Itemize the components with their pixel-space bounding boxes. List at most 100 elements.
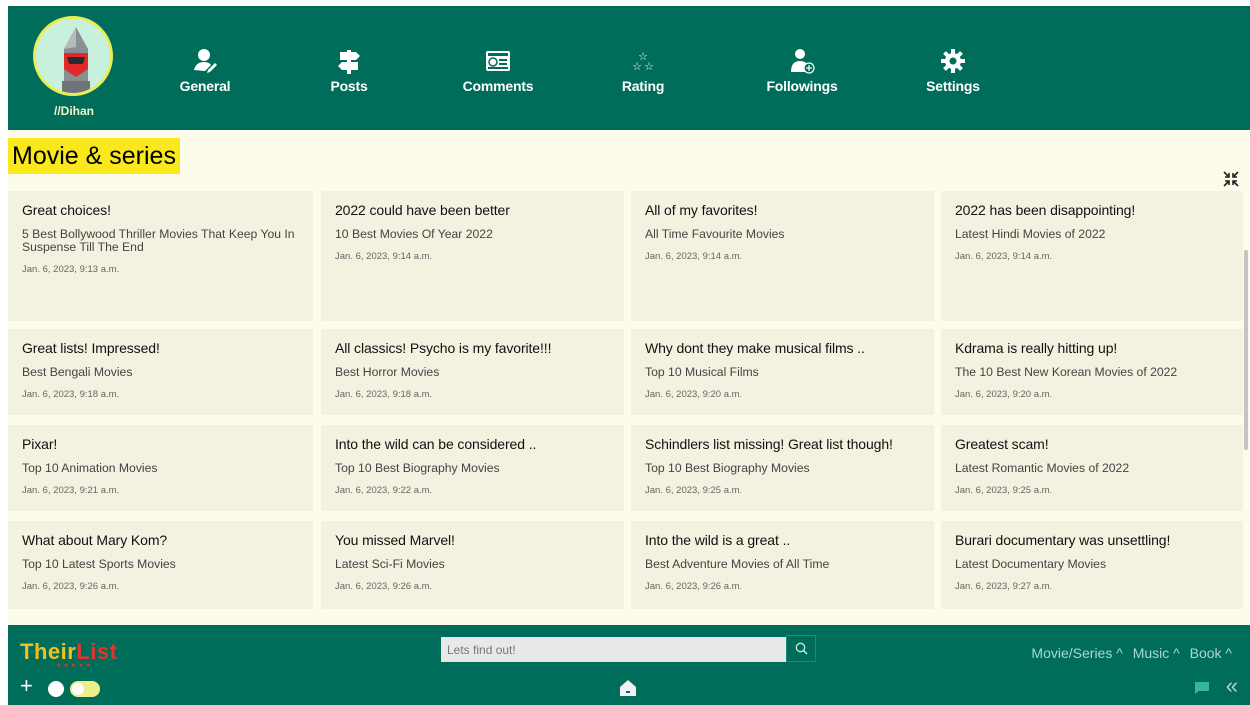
card-title: You missed Marvel! <box>335 532 455 548</box>
app-frame: //Dihan General Posts Comments ☆ ☆ ☆ Rat… <box>0 0 1250 705</box>
nav-rating[interactable]: ☆ ☆ ☆ Rating <box>613 48 673 96</box>
card-title: Into the wild can be considered .. <box>335 436 537 452</box>
collapse-icon[interactable] <box>1222 170 1240 188</box>
card-list-name[interactable]: Best Bengali Movies <box>22 366 299 379</box>
search-icon <box>795 642 808 655</box>
comment-card-icon <box>486 51 510 71</box>
card-title: Schindlers list missing! Great list thou… <box>645 436 893 452</box>
card-title: Into the wild is a great .. <box>645 532 791 548</box>
nav-settings[interactable]: Settings <box>918 48 988 96</box>
nav-general-label: General <box>179 78 231 94</box>
chevron-left-icon[interactable]: « <box>1226 675 1238 697</box>
svg-text:☆: ☆ <box>644 60 654 73</box>
card-list-name[interactable]: Top 10 Musical Films <box>645 366 920 379</box>
comment-card[interactable]: Pixar! Top 10 Animation Movies Jan. 6, 2… <box>8 425 313 511</box>
comment-card[interactable]: Kdrama is really hitting up! The 10 Best… <box>941 329 1243 415</box>
top-navbar: //Dihan General Posts Comments ☆ ☆ ☆ Rat… <box>8 6 1250 130</box>
user-pencil-icon <box>194 49 217 73</box>
comment-card[interactable]: Into the wild is a great .. Best Adventu… <box>631 521 934 609</box>
card-title: Kdrama is really hitting up! <box>955 340 1118 356</box>
bottom-bar: TheirList ★★★★★ Movie/Series ^ Music ^ B… <box>8 625 1250 705</box>
chat-icon[interactable] <box>1194 681 1210 695</box>
card-list-name[interactable]: Top 10 Animation Movies <box>22 462 299 475</box>
signpost-icon <box>338 50 360 74</box>
add-icon[interactable]: + <box>20 675 33 697</box>
nav-posts[interactable]: Posts <box>322 48 376 96</box>
section-title: Movie & series <box>8 138 180 174</box>
card-date: Jan. 6, 2023, 9:21 a.m. <box>22 484 120 496</box>
comment-card[interactable]: Schindlers list missing! Great list thou… <box>631 425 934 511</box>
card-title: Great lists! Impressed! <box>22 340 160 356</box>
nav-followings[interactable]: Followings <box>760 48 844 96</box>
card-date: Jan. 6, 2023, 9:20 a.m. <box>645 388 743 400</box>
card-list-name[interactable]: Top 10 Latest Sports Movies <box>22 558 299 571</box>
comment-card[interactable]: Into the wild can be considered .. Top 1… <box>321 425 624 511</box>
card-title: Why dont they make musical films .. <box>645 340 865 356</box>
card-date: Jan. 6, 2023, 9:26 a.m. <box>22 580 120 592</box>
nav-comments[interactable]: Comments <box>453 48 543 96</box>
toggle-knob <box>72 683 84 695</box>
card-list-name[interactable]: The 10 Best New Korean Movies of 2022 <box>955 366 1229 379</box>
card-date: Jan. 6, 2023, 9:14 a.m. <box>955 250 1053 262</box>
comment-card[interactable]: Why dont they make musical films .. Top … <box>631 329 934 415</box>
home-icon[interactable] <box>619 679 637 697</box>
nav-settings-label: Settings <box>926 78 980 94</box>
card-title: Great choices! <box>22 202 111 218</box>
card-title: Greatest scam! <box>955 436 1049 452</box>
comment-card[interactable]: Greatest scam! Latest Romantic Movies of… <box>941 425 1243 511</box>
search-input[interactable] <box>441 637 786 662</box>
stars-icon: ☆ ☆ ☆ <box>632 50 654 73</box>
card-list-name[interactable]: 5 Best Bollywood Thriller Movies That Ke… <box>22 228 299 254</box>
nav-general[interactable]: General <box>170 48 240 96</box>
category-music[interactable]: Music ^ <box>1133 645 1180 661</box>
card-title: 2022 could have been better <box>335 202 510 218</box>
comment-card[interactable]: 2022 could have been better 10 Best Movi… <box>321 191 624 321</box>
card-list-name[interactable]: 10 Best Movies Of Year 2022 <box>335 228 610 241</box>
category-book[interactable]: Book ^ <box>1190 645 1232 661</box>
user-plus-icon <box>791 49 815 74</box>
logo-part-b: List <box>76 639 118 664</box>
card-list-name[interactable]: Latest Documentary Movies <box>955 558 1229 571</box>
card-list-name[interactable]: Top 10 Best Biography Movies <box>335 462 610 475</box>
card-date: Jan. 6, 2023, 9:14 a.m. <box>645 250 743 262</box>
nav-posts-label: Posts <box>330 78 368 94</box>
comment-card[interactable]: All of my favorites! All Time Favourite … <box>631 191 934 321</box>
card-list-name[interactable]: Latest Sci-Fi Movies <box>335 558 610 571</box>
card-date: Jan. 6, 2023, 9:26 a.m. <box>645 580 743 592</box>
avatar[interactable] <box>33 16 113 96</box>
card-title: All classics! Psycho is my favorite!!! <box>335 340 552 356</box>
comment-card[interactable]: What about Mary Kom? Top 10 Latest Sport… <box>8 521 313 609</box>
comment-card[interactable]: All classics! Psycho is my favorite!!! B… <box>321 329 624 415</box>
card-list-name[interactable]: All Time Favourite Movies <box>645 228 920 241</box>
card-list-name[interactable]: Best Adventure Movies of All Time <box>645 558 920 571</box>
card-date: Jan. 6, 2023, 9:25 a.m. <box>645 484 743 496</box>
card-date: Jan. 6, 2023, 9:13 a.m. <box>22 263 120 275</box>
card-list-name[interactable]: Latest Romantic Movies of 2022 <box>955 462 1229 475</box>
comment-card[interactable]: Great lists! Impressed! Best Bengali Mov… <box>8 329 313 415</box>
card-list-name[interactable]: Top 10 Best Biography Movies <box>645 462 920 475</box>
comment-card[interactable]: You missed Marvel! Latest Sci-Fi Movies … <box>321 521 624 609</box>
search-button[interactable] <box>786 635 816 662</box>
comment-card[interactable]: 2022 has been disappointing! Latest Hind… <box>941 191 1243 321</box>
nav-followings-label: Followings <box>766 78 838 94</box>
card-date: Jan. 6, 2023, 9:18 a.m. <box>335 388 433 400</box>
card-list-name[interactable]: Latest Hindi Movies of 2022 <box>955 228 1229 241</box>
comment-card[interactable]: Great choices! 5 Best Bollywood Thriller… <box>8 191 313 321</box>
theme-toggle[interactable] <box>70 681 100 697</box>
category-menu: Movie/Series ^ Music ^ Book ^ <box>1025 645 1232 661</box>
svg-text:☆: ☆ <box>632 60 642 73</box>
profile-icon[interactable] <box>48 681 64 697</box>
card-date: Jan. 6, 2023, 9:20 a.m. <box>955 388 1053 400</box>
category-movie-series[interactable]: Movie/Series ^ <box>1031 645 1122 661</box>
card-list-name[interactable]: Best Horror Movies <box>335 366 610 379</box>
card-title: 2022 has been disappointing! <box>955 202 1136 218</box>
card-date: Jan. 6, 2023, 9:26 a.m. <box>335 580 433 592</box>
username: //Dihan <box>53 104 94 118</box>
scrollbar[interactable] <box>1244 250 1248 450</box>
avatar-robot-icon <box>36 19 110 93</box>
gear-icon <box>941 49 965 73</box>
comment-card[interactable]: Burari documentary was unsettling! Lates… <box>941 521 1243 609</box>
card-date: Jan. 6, 2023, 9:14 a.m. <box>335 250 433 262</box>
card-date: Jan. 6, 2023, 9:18 a.m. <box>22 388 120 400</box>
card-title: What about Mary Kom? <box>22 532 168 548</box>
